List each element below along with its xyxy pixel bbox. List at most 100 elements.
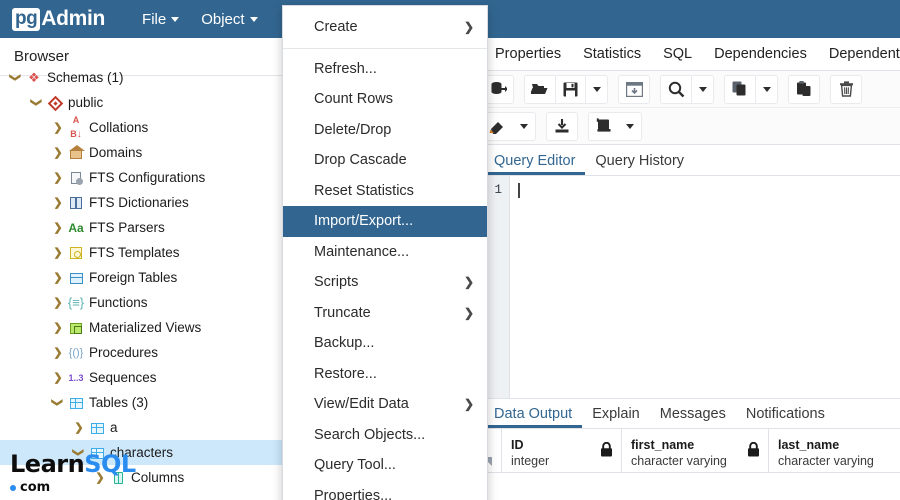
menu-object-label: Object [201,10,245,28]
menu-file-label: File [142,10,167,28]
query-toolbar-row-2 [478,108,900,145]
grid-column-header[interactable]: ID integer [502,429,622,473]
chevron-down-icon[interactable] [29,96,45,109]
editor-code-area[interactable] [510,176,900,398]
context-menu-item-refresh[interactable]: Refresh... [283,54,487,85]
tree-item-label: Domains [89,145,143,160]
tree-item-label: Schemas (1) [47,70,124,85]
tree-item-label: FTS Dictionaries [89,195,189,210]
object-context-menu[interactable]: Create ❯ Refresh... Count Rows Delete/Drop Dr… [282,5,488,500]
context-menu-item-reset-statistics[interactable]: Reset Statistics [283,176,487,207]
fts-parser-icon: Aa [68,220,84,235]
table-icon [87,421,107,435]
tab-dependents[interactable]: Dependents [818,38,900,70]
tab-dependencies[interactable]: Dependencies [703,38,818,70]
tab-data-output[interactable]: Data Output [484,406,583,428]
chevron-right-icon[interactable] [50,196,66,209]
chevron-right-icon[interactable] [50,246,66,259]
chevron-down-icon[interactable] [50,396,66,409]
context-menu-item-search-objects[interactable]: Search Objects... [283,420,487,451]
context-menu-item-import-export[interactable]: Import/Export... [283,206,487,237]
chevron-down-icon [249,16,258,22]
context-menu-item-count-rows[interactable]: Count Rows [283,84,487,115]
context-menu-item-view-edit-data[interactable]: View/Edit Data ❯ [283,389,487,420]
query-toolbar-row-1 [478,71,900,108]
execute-macro-icon[interactable] [589,112,619,141]
find-options-chevron-icon[interactable] [691,74,713,104]
pgadmin-logo: pg Admin [0,0,115,38]
query-tool-tabs[interactable]: Query Editor Query History [478,145,900,176]
context-menu-item-label: Backup... [314,335,375,352]
save-file-icon[interactable] [555,74,585,104]
context-menu-item-delete-drop[interactable]: Delete/Drop [283,115,487,146]
schema-diamond-icon [45,95,65,112]
menu-file[interactable]: File [131,0,190,38]
chevron-right-icon: ❯ [463,20,474,35]
context-menu-separator [283,47,487,49]
tree-item-label: public [68,95,104,110]
tab-query-history[interactable]: Query History [585,153,694,175]
collation-icon: A B↓ [70,115,82,141]
toolbar-group-paste [788,74,820,104]
save-options-chevron-icon[interactable] [585,74,607,104]
filter-rows-icon[interactable] [619,75,649,104]
context-menu-item-maintenance[interactable]: Maintenance... [283,237,487,268]
delete-icon[interactable] [831,75,861,104]
copy-icon[interactable] [725,75,755,104]
chevron-right-icon[interactable] [50,221,66,234]
menu-object[interactable]: Object [190,0,268,38]
tab-messages[interactable]: Messages [650,406,736,428]
chevron-right-icon[interactable] [50,271,66,284]
materialized-view-icon [66,321,86,335]
toolbar-group-clipboard [724,74,778,104]
chevron-right-icon[interactable] [50,121,66,134]
context-menu-item-restore[interactable]: Restore... [283,359,487,390]
find-icon[interactable] [661,75,691,104]
tab-statistics[interactable]: Statistics [572,38,652,70]
context-menu-item-label: Scripts [314,274,359,291]
fts-configuration-icon [66,171,86,186]
context-menu-item-properties[interactable]: Properties... [283,481,487,500]
paste-icon[interactable] [789,75,819,104]
chevron-right-icon[interactable] [50,321,66,334]
grid-column-type: integer [511,454,550,468]
context-menu-item-scripts[interactable]: Scripts ❯ [283,267,487,298]
toolbar-group-clear [482,111,536,141]
context-menu-item-label: Count Rows [314,91,393,108]
chevron-right-icon[interactable] [50,296,66,309]
chevron-right-icon[interactable] [71,421,87,434]
chevron-right-icon[interactable] [50,146,66,159]
sql-editor[interactable]: 1 [478,176,900,398]
tree-item-label: FTS Templates [89,245,180,260]
context-menu-item-backup[interactable]: Backup... [283,328,487,359]
grid-column-header[interactable]: last_name character varying [769,429,900,473]
object-tabs[interactable]: Properties Statistics SQL Dependencies Depen… [478,38,900,71]
grid-column-header[interactable]: first_name character varying [622,429,769,473]
tab-sql[interactable]: SQL [652,38,703,70]
download-results-icon[interactable] [547,112,577,141]
copy-options-chevron-icon[interactable] [755,74,777,104]
chevron-right-icon[interactable] [50,171,66,184]
foreign-table-icon [66,271,86,285]
context-menu-item-query-tool[interactable]: Query Tool... [283,450,487,481]
learnsql-watermark: LearnSQL com [10,452,136,494]
main-menubar: File Object [131,0,269,38]
context-menu-item-truncate[interactable]: Truncate ❯ [283,298,487,329]
clear-options-chevron-icon[interactable] [513,112,535,141]
context-menu-item-create[interactable]: Create ❯ [283,12,487,43]
macro-options-chevron-icon[interactable] [619,112,641,141]
tab-query-editor[interactable]: Query Editor [484,153,586,175]
context-menu-item-drop-cascade[interactable]: Drop Cascade [283,145,487,176]
output-tabs[interactable]: Data Output Explain Messages Notifications [478,398,900,429]
tree-item-label: Collations [89,120,149,135]
logo-pg-mark: pg [12,7,41,31]
chevron-down-icon[interactable] [8,71,24,84]
open-file-icon[interactable] [525,75,555,104]
tab-notifications[interactable]: Notifications [736,406,835,428]
context-menu-item-label: Drop Cascade [314,152,407,169]
toolbar-group-find [660,74,714,104]
chevron-right-icon[interactable] [50,371,66,384]
tab-explain[interactable]: Explain [582,406,650,428]
tab-properties[interactable]: Properties [484,38,572,70]
chevron-right-icon[interactable] [50,346,66,359]
